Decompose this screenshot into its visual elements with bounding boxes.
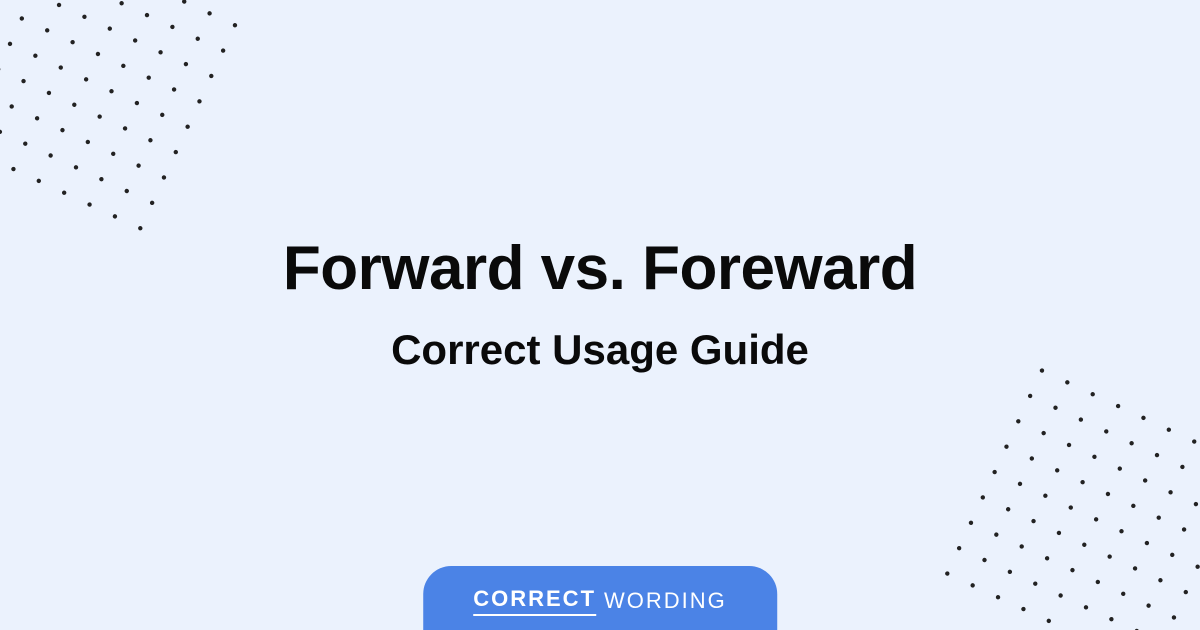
brand-word-primary: CORRECT [473, 586, 596, 616]
page-subtitle: Correct Usage Guide [0, 326, 1200, 374]
brand-badge: CORRECT WORDING [423, 566, 777, 630]
page-title: Forward vs. Foreward [0, 233, 1200, 304]
brand-word-secondary: WORDING [604, 588, 727, 614]
dot-grid-decoration-top-left [0, 0, 263, 263]
dot-grid-decoration-bottom-right [927, 357, 1200, 630]
main-content: Forward vs. Foreward Correct Usage Guide [0, 233, 1200, 374]
